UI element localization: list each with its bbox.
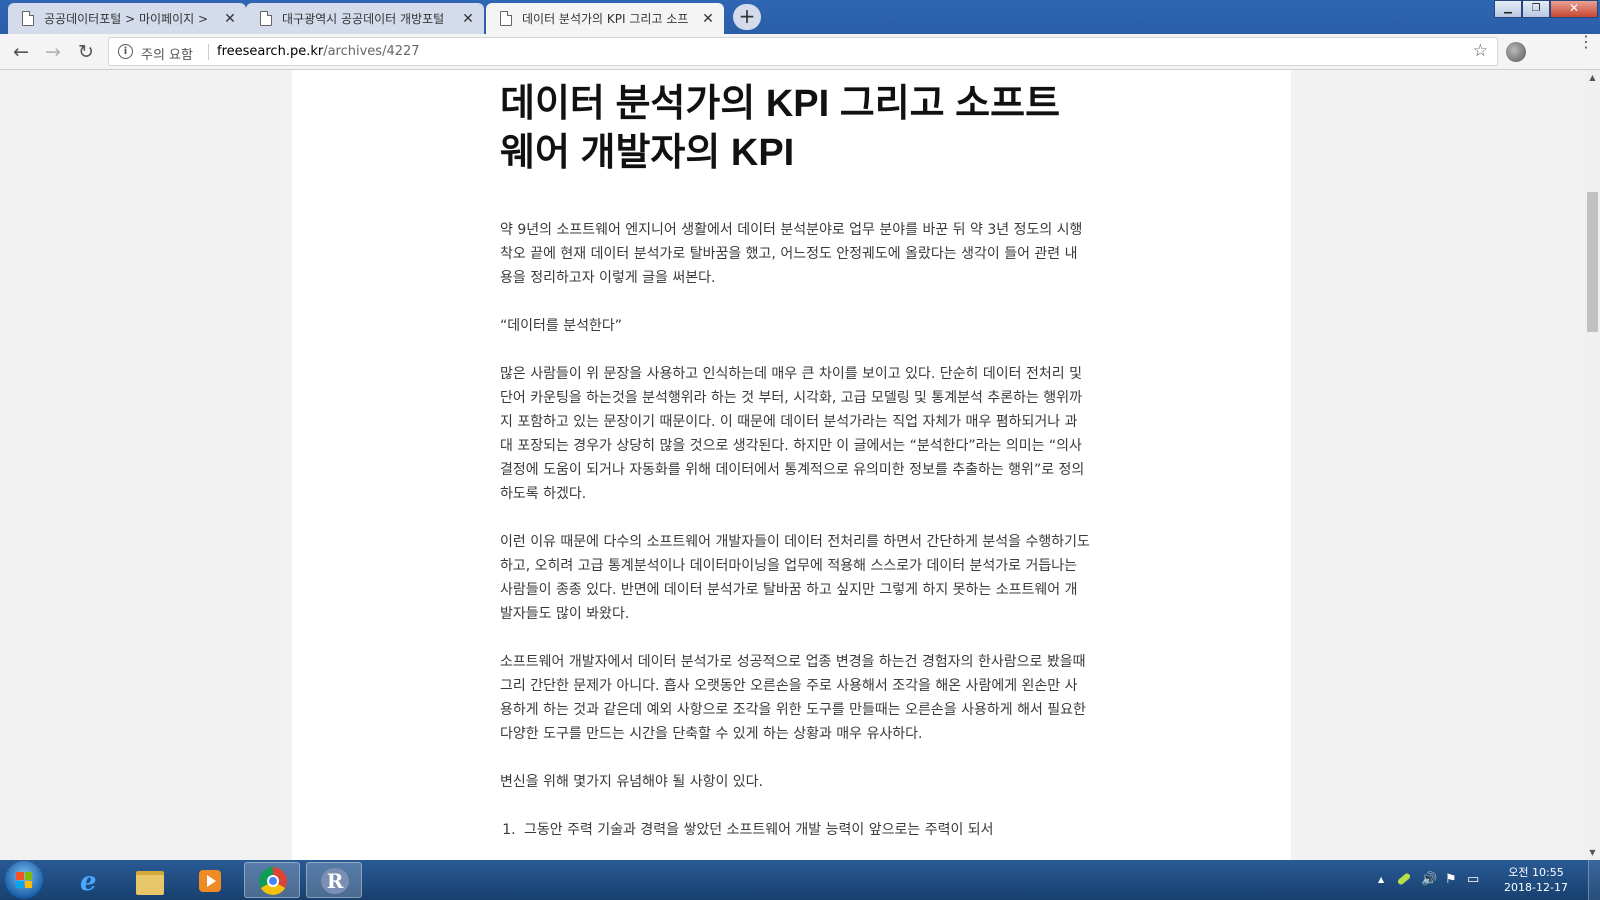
new-tab-button[interactable]: +: [733, 4, 761, 30]
network-icon[interactable]: ▭: [1467, 872, 1479, 887]
scroll-down-icon[interactable]: ▼: [1585, 845, 1600, 860]
tray-app-icon[interactable]: [1396, 872, 1412, 886]
clock[interactable]: 오전 10:55 2018-12-17: [1500, 865, 1572, 895]
paragraph: 약 9년의 소프트웨어 엔지니어 생활에서 데이터 분석분야로 업무 분야를 바…: [500, 222, 1083, 286]
page-icon: [500, 11, 512, 26]
reload-button[interactable]: ↻: [74, 40, 98, 64]
tab-daegu-portal[interactable]: 대구광역시 공공데이터 개방포털 ✕: [246, 3, 484, 34]
tab-close-icon[interactable]: ✕: [460, 11, 476, 27]
article: 데이터 분석가의 KPI 그리고 소프트웨어 개발자의 KPI 약 9년의 소프…: [500, 80, 1090, 842]
paragraph: 소프트웨어 개발자에서 데이터 분석가로 성공적으로 업종 변경을 하는건 경험…: [500, 654, 1086, 742]
security-label[interactable]: 주의 요함: [141, 44, 193, 63]
r-icon: R: [321, 868, 349, 894]
vertical-scrollbar[interactable]: ▲ ▼: [1585, 70, 1600, 860]
tab-close-icon[interactable]: ✕: [700, 11, 716, 27]
flag-icon[interactable]: ⚑: [1445, 872, 1457, 887]
minimize-button[interactable]: ▁: [1494, 0, 1522, 18]
tab-title: 대구광역시 공공데이터 개방포털: [282, 12, 445, 26]
windows-logo-icon: [16, 872, 32, 888]
chrome-icon: [259, 867, 287, 895]
back-button[interactable]: ←: [9, 40, 33, 64]
clock-time: 오전 10:55: [1508, 866, 1564, 879]
address-divider: [208, 44, 209, 60]
folder-icon: [136, 871, 164, 895]
maximize-button[interactable]: ❐: [1522, 0, 1550, 18]
url-path: /archives/4227: [323, 44, 420, 59]
tab-data-portal[interactable]: 공공데이터포털 > 마이페이지 > ✕: [8, 3, 246, 34]
tab-kpi-article[interactable]: 데이터 분석가의 KPI 그리고 소프 ✕: [486, 3, 724, 34]
media-player-icon: [199, 870, 221, 892]
taskbar-r[interactable]: R: [306, 862, 362, 898]
internet-explorer-icon: e: [80, 867, 97, 897]
tab-title: 공공데이터포털 > 마이페이지 >: [44, 12, 209, 26]
taskbar-file-explorer[interactable]: [122, 862, 178, 898]
article-title: 데이터 분석가의 KPI 그리고 소프트웨어 개발자의 KPI: [500, 83, 1061, 174]
taskbar-chrome[interactable]: [244, 862, 300, 898]
tab-title: 데이터 분석가의 KPI 그리고 소프: [522, 12, 689, 26]
taskbar-internet-explorer[interactable]: e: [62, 862, 118, 898]
page-icon: [260, 11, 272, 26]
taskbar: e R ▲ 🔊 ⚑ ▭ 오전 10:55 2018-12-17: [0, 860, 1600, 900]
browser-toolbar: ← → ↻ i 주의 요함 freesearch.pe.kr/archives/…: [0, 34, 1600, 70]
menu-icon[interactable]: ⋮: [1578, 34, 1594, 50]
show-desktop-button[interactable]: [1588, 860, 1600, 900]
page-viewport: 데이터 분석가의 KPI 그리고 소프트웨어 개발자의 KPI 약 9년의 소프…: [0, 70, 1585, 860]
scroll-up-icon[interactable]: ▲: [1585, 70, 1600, 85]
forward-button[interactable]: →: [41, 40, 65, 64]
scroll-thumb[interactable]: [1587, 192, 1598, 332]
paragraph: 많은 사람들이 위 문장을 사용하고 인식하는데 매우 큰 차이를 보이고 있다…: [500, 366, 1085, 502]
taskbar-media-player[interactable]: [182, 862, 238, 898]
page-icon: [22, 11, 34, 26]
volume-icon[interactable]: 🔊: [1421, 872, 1437, 887]
paragraph: “데이터를 분석한다”: [500, 318, 622, 334]
numbered-list: 그동안 주력 기술과 경력을 쌓았던 소프트웨어 개발 능력이 앞으로는 주력이…: [500, 818, 1090, 842]
system-tray: ▲ 🔊 ⚑ ▭: [1375, 860, 1500, 900]
url-text[interactable]: freesearch.pe.kr/archives/4227: [217, 44, 420, 59]
close-window-button[interactable]: ✕: [1550, 0, 1598, 18]
paragraph: 이런 이유 때문에 다수의 소프트웨어 개발자들이 데이터 전처리를 하면서 간…: [500, 534, 1090, 622]
extension-icon[interactable]: [1506, 42, 1526, 62]
paragraph: 변신을 위해 몇가지 유념해야 될 사항이 있다.: [500, 774, 763, 790]
list-item: 그동안 주력 기술과 경력을 쌓았던 소프트웨어 개발 능력이 앞으로는 주력이…: [520, 818, 1090, 842]
tab-close-icon[interactable]: ✕: [222, 11, 238, 27]
url-host: freesearch.pe.kr: [217, 44, 324, 59]
clock-date: 2018-12-17: [1504, 881, 1568, 894]
tray-expand-icon[interactable]: ▲: [1378, 875, 1384, 884]
star-icon[interactable]: ☆: [1473, 41, 1488, 61]
address-bar[interactable]: i 주의 요함 freesearch.pe.kr/archives/4227 ☆: [108, 37, 1498, 66]
tab-strip: 공공데이터포털 > 마이페이지 > ✕ 대구광역시 공공데이터 개방포털 ✕ 데…: [0, 0, 1600, 34]
info-icon[interactable]: i: [118, 44, 133, 59]
